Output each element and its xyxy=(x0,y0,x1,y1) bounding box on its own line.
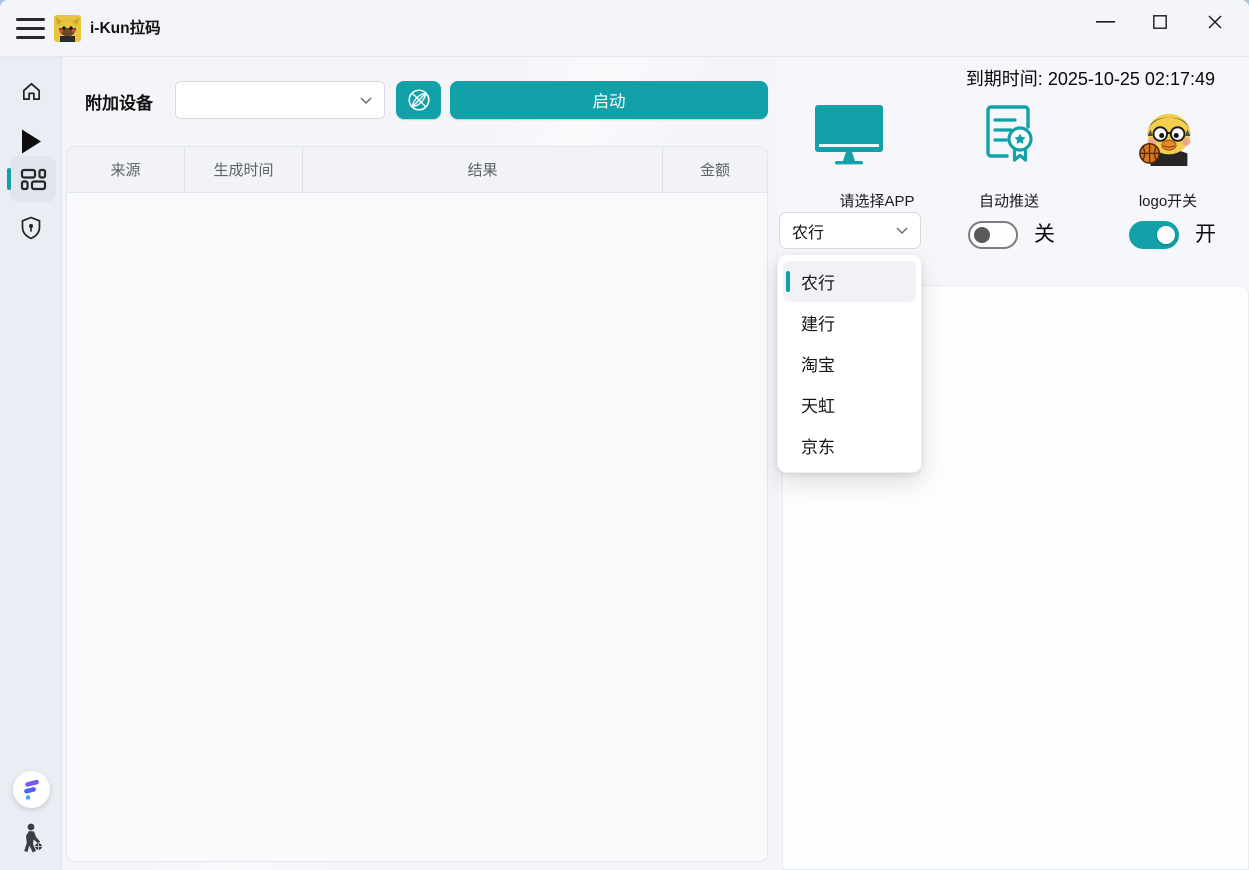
sidebar-item-dashboard[interactable] xyxy=(10,156,56,202)
app-picker-label: 请选择APP xyxy=(806,190,948,211)
app-logo-icon xyxy=(54,15,81,42)
active-indicator xyxy=(7,168,11,190)
sidebar-item-flash[interactable] xyxy=(0,771,62,808)
logo-switch-label: logo开关 xyxy=(1097,190,1239,211)
option-label: 建行 xyxy=(801,310,835,335)
chevron-down-icon xyxy=(360,97,372,104)
dropdown-option-tianHong[interactable]: 天虹 xyxy=(783,384,916,425)
app-select-value: 农行 xyxy=(792,219,896,243)
minimize-button[interactable] xyxy=(1082,0,1128,44)
option-label: 京东 xyxy=(801,433,835,458)
results-table: 来源 生成时间 结果 金额 xyxy=(66,146,768,862)
app-window: i-Kun拉码 xyxy=(0,0,1249,870)
minimize-icon xyxy=(1096,21,1115,23)
expiry-value: 2025-10-25 02:17:49 xyxy=(1048,69,1215,89)
column-generated-time: 生成时间 xyxy=(185,147,303,192)
device-label: 附加设备 xyxy=(85,89,153,114)
dropdown-option-nongHang[interactable]: 农行 xyxy=(783,261,916,302)
titlebar: i-Kun拉码 xyxy=(0,0,1249,57)
column-amount: 金额 xyxy=(663,147,767,192)
home-icon xyxy=(20,80,43,103)
column-result: 结果 xyxy=(303,147,663,192)
dashboard-grid-icon xyxy=(20,168,47,191)
app-dropdown-menu: 农行 建行 淘宝 天虹 京东 xyxy=(777,254,922,473)
hamburger-menu-icon[interactable] xyxy=(16,18,45,40)
avatar-image xyxy=(1137,104,1199,166)
main-area: 附加设备 启动 来源 生成时间 结果 金额 xyxy=(63,58,778,870)
sidebar xyxy=(0,57,62,870)
certificate-icon xyxy=(980,101,1038,165)
close-icon xyxy=(1208,15,1222,29)
device-select[interactable] xyxy=(175,81,385,119)
auto-push-toggle[interactable] xyxy=(968,221,1018,249)
play-icon xyxy=(21,129,42,154)
auto-push-label: 自动推送 xyxy=(938,190,1080,211)
column-source: 来源 xyxy=(67,147,185,192)
toggle-knob xyxy=(1157,226,1175,244)
chevron-down-icon xyxy=(896,227,908,234)
close-button[interactable] xyxy=(1192,0,1238,44)
maximize-icon xyxy=(1153,15,1167,29)
sidebar-item-player[interactable] xyxy=(0,823,62,855)
dropdown-option-taoBao[interactable]: 淘宝 xyxy=(783,343,916,384)
expiry-label: 到期时间: xyxy=(966,69,1043,89)
start-button[interactable]: 启动 xyxy=(450,81,768,119)
maximize-button[interactable] xyxy=(1137,0,1183,44)
app-title: i-Kun拉码 xyxy=(90,0,161,57)
selected-indicator xyxy=(786,271,790,292)
sidebar-item-security[interactable] xyxy=(0,205,62,251)
dropdown-option-jianHang[interactable]: 建行 xyxy=(783,302,916,343)
basketball-player-icon xyxy=(17,823,45,855)
option-label: 天虹 xyxy=(801,392,835,417)
refresh-devices-button[interactable] xyxy=(396,81,441,119)
monitor-icon xyxy=(813,103,885,165)
shield-icon xyxy=(20,216,42,240)
expiry-time: 到期时间: 2025-10-25 02:17:49 xyxy=(966,65,1215,91)
option-label: 农行 xyxy=(801,269,835,294)
app-select[interactable]: 农行 xyxy=(779,212,921,249)
option-label: 淘宝 xyxy=(801,351,835,376)
logo-state: 开 xyxy=(1195,218,1216,248)
toggle-knob xyxy=(974,227,990,243)
basketball-icon xyxy=(406,87,432,113)
flash-logo-icon xyxy=(21,779,41,801)
dropdown-option-jingDong[interactable]: 京东 xyxy=(783,425,916,466)
logo-toggle[interactable] xyxy=(1129,221,1179,249)
table-header: 来源 生成时间 结果 金额 xyxy=(67,147,767,193)
sidebar-item-home[interactable] xyxy=(0,68,62,114)
auto-push-state: 关 xyxy=(1034,218,1055,248)
